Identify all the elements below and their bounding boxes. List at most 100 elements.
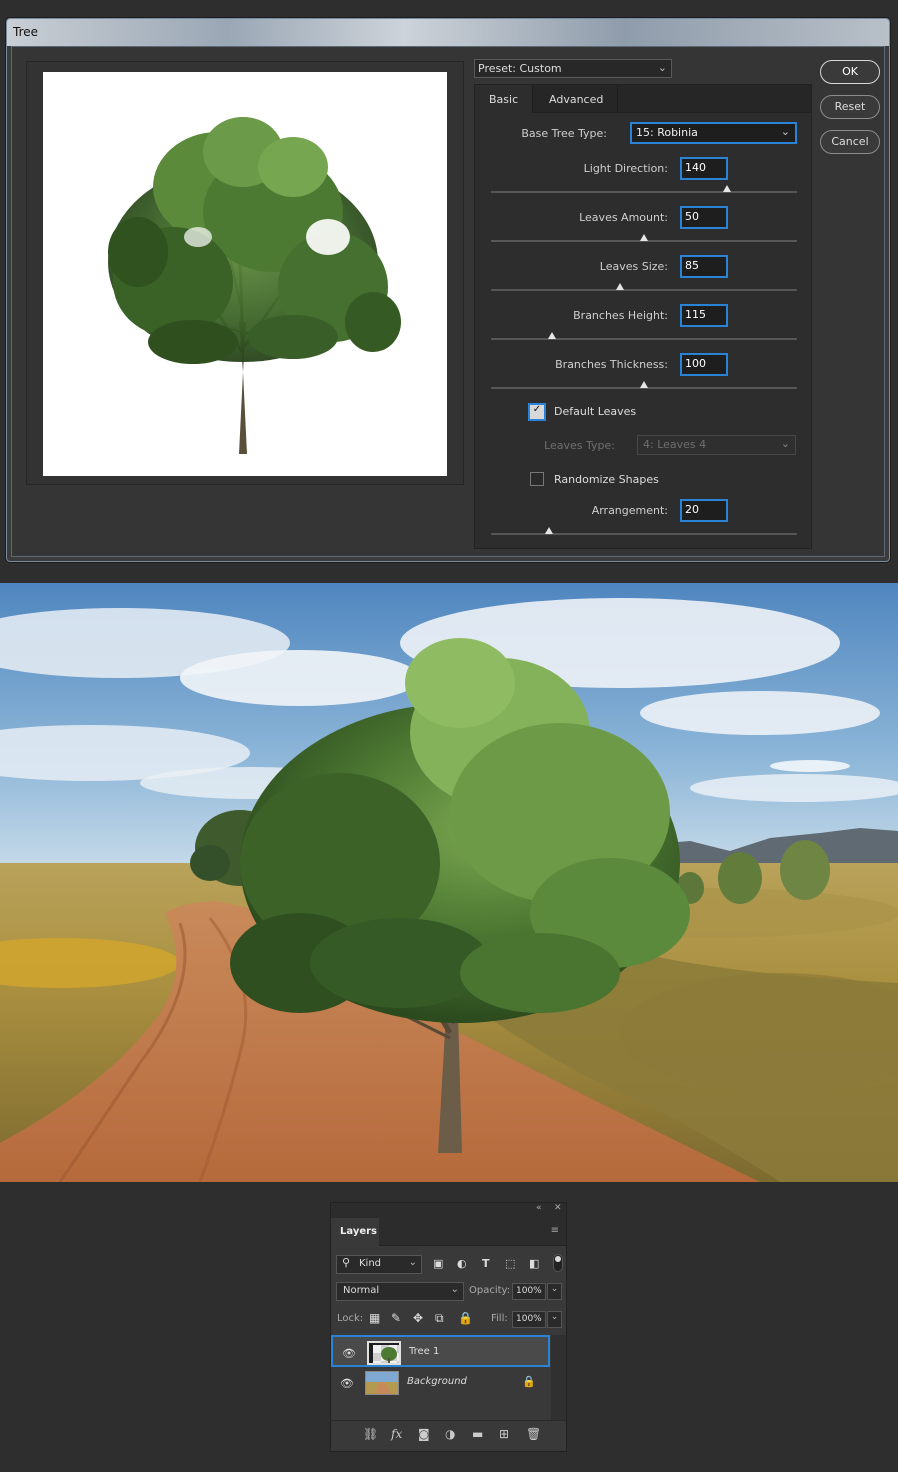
leaves-type-value: 4: Leaves 4 — [643, 438, 707, 451]
base-tree-type-label: Base Tree Type: — [521, 127, 607, 140]
light-direction-slider[interactable] — [491, 185, 797, 193]
lock-artboard-icon[interactable]: ⧉ — [435, 1311, 444, 1326]
filter-toggle[interactable] — [553, 1254, 563, 1272]
search-icon: ⚲ — [342, 1256, 351, 1269]
reset-button[interactable]: Reset — [820, 95, 880, 119]
eye-icon[interactable]: 👁 — [342, 1347, 356, 1360]
lock-position-icon[interactable]: ✥ — [413, 1311, 423, 1325]
leaves-type-dropdown[interactable]: 4: Leaves 4 ⌄ — [637, 435, 796, 455]
chevron-down-icon: ⌄ — [780, 125, 790, 138]
blend-mode-value: Normal — [343, 1285, 380, 1296]
lock-all-icon[interactable]: 🔒 — [458, 1311, 473, 1325]
fill-input[interactable]: 100% — [512, 1311, 546, 1328]
leaves-amount-input[interactable]: 50 — [680, 206, 728, 229]
close-icon[interactable]: ✕ — [554, 1203, 562, 1213]
lock-transparent-icon[interactable]: ▦ — [369, 1311, 380, 1325]
slider-knob[interactable] — [640, 381, 648, 388]
randomize-shapes-checkbox[interactable] — [530, 472, 544, 486]
layer-thumbnail — [367, 1341, 401, 1365]
chevron-down-icon[interactable]: ⌄ — [547, 1311, 562, 1328]
opacity-label: Opacity: — [469, 1285, 511, 1296]
branches-height-slider[interactable] — [491, 332, 797, 340]
chevron-down-icon: ⌄ — [450, 1284, 459, 1295]
tab-bar: Basic Advanced — [475, 85, 811, 113]
dialog-title: Tree — [7, 19, 889, 46]
landscape-image — [0, 583, 898, 1182]
preset-value: Preset: Custom — [478, 62, 562, 75]
tab-basic[interactable]: Basic — [475, 85, 534, 113]
cancel-button[interactable]: Cancel — [820, 130, 880, 154]
layers-footer: ⛓ fx ◙ ◑ ▬ ⊞ 🗑 — [331, 1420, 566, 1448]
document-canvas — [0, 583, 898, 1182]
slider-knob[interactable] — [640, 234, 648, 241]
branches-thickness-label: Branches Thickness: — [555, 358, 668, 371]
chevron-down-icon: ⌄ — [408, 1257, 417, 1268]
leaves-type-label: Leaves Type: — [544, 439, 615, 452]
lock-image-icon[interactable]: ✎ — [391, 1311, 401, 1325]
slider-knob[interactable] — [615, 283, 624, 290]
shape-filter-icon[interactable]: ⬚ — [505, 1257, 515, 1270]
light-direction-input[interactable]: 140 — [680, 157, 728, 180]
tree-dialog: Tree Preset: Custom ⌄ Basic Advanced Bas… — [6, 18, 890, 562]
trash-icon[interactable]: 🗑 — [526, 1427, 541, 1441]
arrangement-label: Arrangement: — [591, 504, 668, 517]
chevron-down-icon[interactable]: ⌄ — [547, 1283, 562, 1300]
ok-button[interactable]: OK — [820, 60, 880, 84]
branches-thickness-slider[interactable] — [491, 381, 797, 389]
layers-tab-bar: Layers ≡ — [331, 1218, 566, 1246]
leaves-amount-slider[interactable] — [491, 234, 797, 242]
leaves-size-slider[interactable] — [491, 283, 797, 291]
tree-preview-frame — [26, 61, 464, 485]
slider-knob[interactable] — [722, 185, 731, 192]
panel-menu-icon[interactable]: ≡ — [551, 1225, 559, 1236]
type-filter-icon[interactable]: T — [482, 1257, 490, 1270]
settings-panel: Basic Advanced Base Tree Type: 15: Robin… — [474, 84, 812, 549]
adjustment-layer-icon[interactable]: ◑ — [445, 1427, 455, 1441]
smart-object-filter-icon[interactable]: ◧ — [529, 1257, 539, 1270]
arrangement-slider[interactable] — [491, 527, 797, 535]
lock-icon: 🔒 — [522, 1375, 536, 1388]
default-leaves-label: Default Leaves — [554, 405, 637, 418]
tree-thumbnail-image — [373, 1345, 399, 1363]
new-layer-icon[interactable]: ⊞ — [499, 1427, 509, 1441]
adjustment-filter-icon[interactable]: ◐ — [457, 1257, 467, 1270]
layer-thumbnail — [365, 1371, 399, 1395]
branches-height-label: Branches Height: — [573, 309, 668, 322]
layers-scrollbar[interactable] — [551, 1335, 566, 1431]
base-tree-type-value: 15: Robinia — [636, 126, 698, 139]
eye-icon[interactable]: 👁 — [340, 1377, 354, 1390]
panel-header-strip: « ✕ — [331, 1203, 566, 1218]
tree-preview-image — [108, 117, 401, 454]
branches-height-input[interactable]: 115 — [680, 304, 728, 327]
arrangement-input[interactable]: 20 — [680, 499, 728, 522]
leaves-size-input[interactable]: 85 — [680, 255, 728, 278]
layer-name[interactable]: Background — [407, 1376, 467, 1387]
fx-icon[interactable]: fx — [391, 1427, 402, 1441]
branches-thickness-input[interactable]: 100 — [680, 353, 728, 376]
leaves-size-label: Leaves Size: — [599, 260, 668, 273]
default-leaves-checkbox[interactable]: ✓ — [528, 403, 546, 421]
slider-knob[interactable] — [545, 527, 554, 534]
kind-filter-dropdown[interactable]: ⚲ Kind ⌄ — [336, 1255, 422, 1274]
layer-row-background[interactable]: 👁 Background 🔒 — [331, 1367, 550, 1399]
opacity-input[interactable]: 100% — [512, 1283, 546, 1300]
slider-knob[interactable] — [548, 332, 557, 339]
chevron-down-icon: ⌄ — [780, 437, 790, 450]
add-mask-icon[interactable]: ◙ — [418, 1427, 430, 1441]
pixel-filter-icon[interactable]: ▣ — [433, 1257, 443, 1270]
new-group-icon[interactable]: ▬ — [472, 1427, 483, 1441]
lock-label: Lock: — [337, 1313, 364, 1324]
collapse-icon[interactable]: « — [536, 1203, 542, 1213]
tab-layers[interactable]: Layers — [331, 1218, 379, 1246]
tree-preview-canvas — [43, 72, 447, 476]
link-layers-icon[interactable]: ⛓ — [363, 1427, 378, 1441]
dialog-body: Preset: Custom ⌄ Basic Advanced Base Tre… — [11, 46, 885, 557]
tab-advanced[interactable]: Advanced — [535, 85, 619, 113]
layer-row-tree-1[interactable]: 👁 Tree 1 — [331, 1335, 550, 1367]
background-thumbnail-image — [366, 1372, 398, 1394]
layer-name[interactable]: Tree 1 — [409, 1346, 439, 1357]
base-tree-type-dropdown[interactable]: 15: Robinia ⌄ — [630, 122, 797, 144]
preset-dropdown[interactable]: Preset: Custom ⌄ — [474, 59, 672, 78]
layers-panel: « ✕ Layers ≡ ⚲ Kind ⌄ ▣ ◐ T ⬚ ◧ Normal ⌄… — [330, 1202, 567, 1452]
blend-mode-dropdown[interactable]: Normal ⌄ — [336, 1282, 464, 1301]
